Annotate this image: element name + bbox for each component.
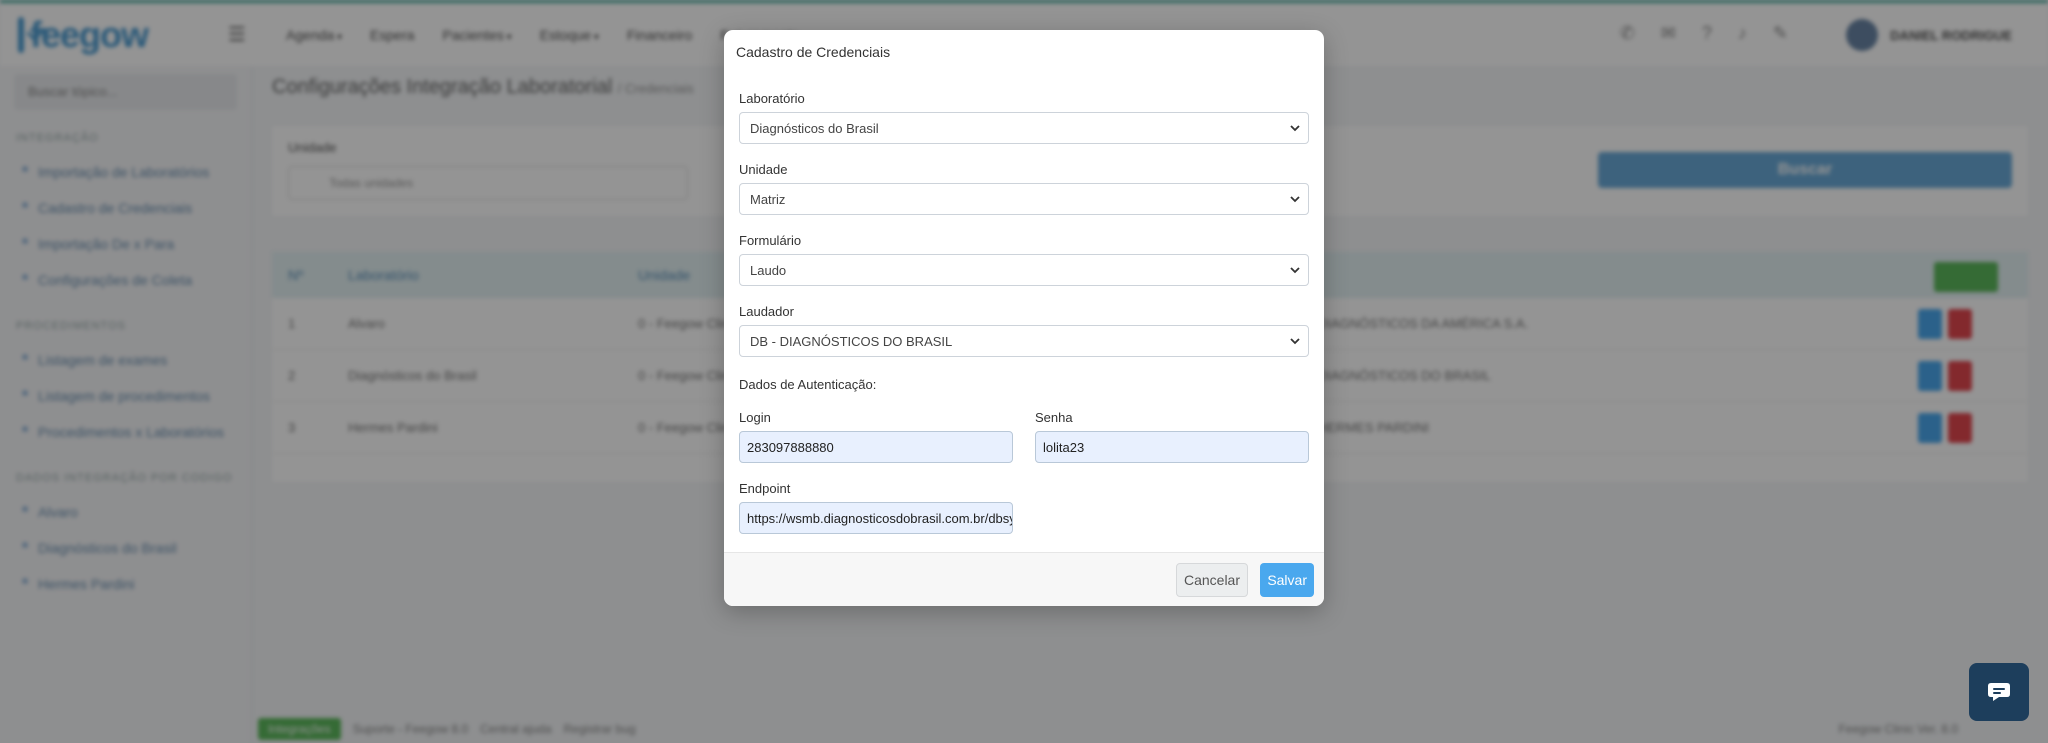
formulario-label: Formulário — [739, 233, 802, 248]
laboratorio-label: Laboratório — [739, 91, 805, 106]
chat-icon — [1988, 683, 2010, 701]
senha-label: Senha — [1035, 410, 1073, 425]
formulario-select[interactable]: Laudo — [739, 254, 1309, 286]
laudador-group: Laudador DB - DIAGNÓSTICOS DO BRASIL — [739, 304, 1309, 357]
endpoint-input[interactable]: https://wsmb.diagnosticosdobrasil.com.br… — [739, 502, 1013, 534]
laudador-value: DB - DIAGNÓSTICOS DO BRASIL — [750, 334, 953, 349]
chevron-down-icon — [1290, 267, 1300, 274]
chevron-down-icon — [1290, 338, 1300, 345]
chevron-down-icon — [1290, 125, 1300, 132]
unidade-group: Unidade Matriz — [739, 162, 1309, 215]
formulario-group: Formulário Laudo — [739, 233, 1309, 286]
modal-body: Laboratório Diagnósticos do Brasil Unida… — [724, 91, 1324, 534]
laboratorio-group: Laboratório Diagnósticos do Brasil — [739, 91, 1309, 144]
senha-group: Senha lolita23 — [1035, 410, 1309, 463]
unidade-label: Unidade — [739, 162, 788, 177]
unidade-value: Matriz — [750, 192, 786, 207]
login-input[interactable]: 283097888880 — [739, 431, 1013, 463]
formulario-value: Laudo — [750, 263, 787, 278]
senha-input[interactable]: lolita23 — [1035, 431, 1309, 463]
modal-title: Cadastro de Credenciais — [736, 44, 891, 60]
laudador-select[interactable]: DB - DIAGNÓSTICOS DO BRASIL — [739, 325, 1309, 357]
login-group: Login 283097888880 — [739, 410, 1013, 463]
chat-widget-button[interactable] — [1969, 663, 2029, 721]
endpoint-group: Endpoint https://wsmb.diagnosticosdobras… — [739, 481, 1013, 534]
chevron-down-icon — [1290, 196, 1300, 203]
laboratorio-select[interactable]: Diagnósticos do Brasil — [739, 112, 1309, 144]
laudador-label: Laudador — [739, 304, 794, 319]
credentials-row: Login 283097888880 Senha lolita23 — [739, 410, 1309, 463]
save-button[interactable]: Salvar — [1260, 563, 1314, 597]
endpoint-label: Endpoint — [739, 481, 791, 496]
credentials-modal: Cadastro de Credenciais Laboratório Diag… — [724, 30, 1324, 606]
auth-section-title: Dados de Autenticação: — [739, 377, 877, 392]
cancel-button[interactable]: Cancelar — [1175, 563, 1248, 597]
modal-footer: Cancelar Salvar — [724, 552, 1324, 606]
unidade-select[interactable]: Matriz — [739, 183, 1309, 215]
laboratorio-value: Diagnósticos do Brasil — [750, 121, 879, 136]
login-label: Login — [739, 410, 771, 425]
